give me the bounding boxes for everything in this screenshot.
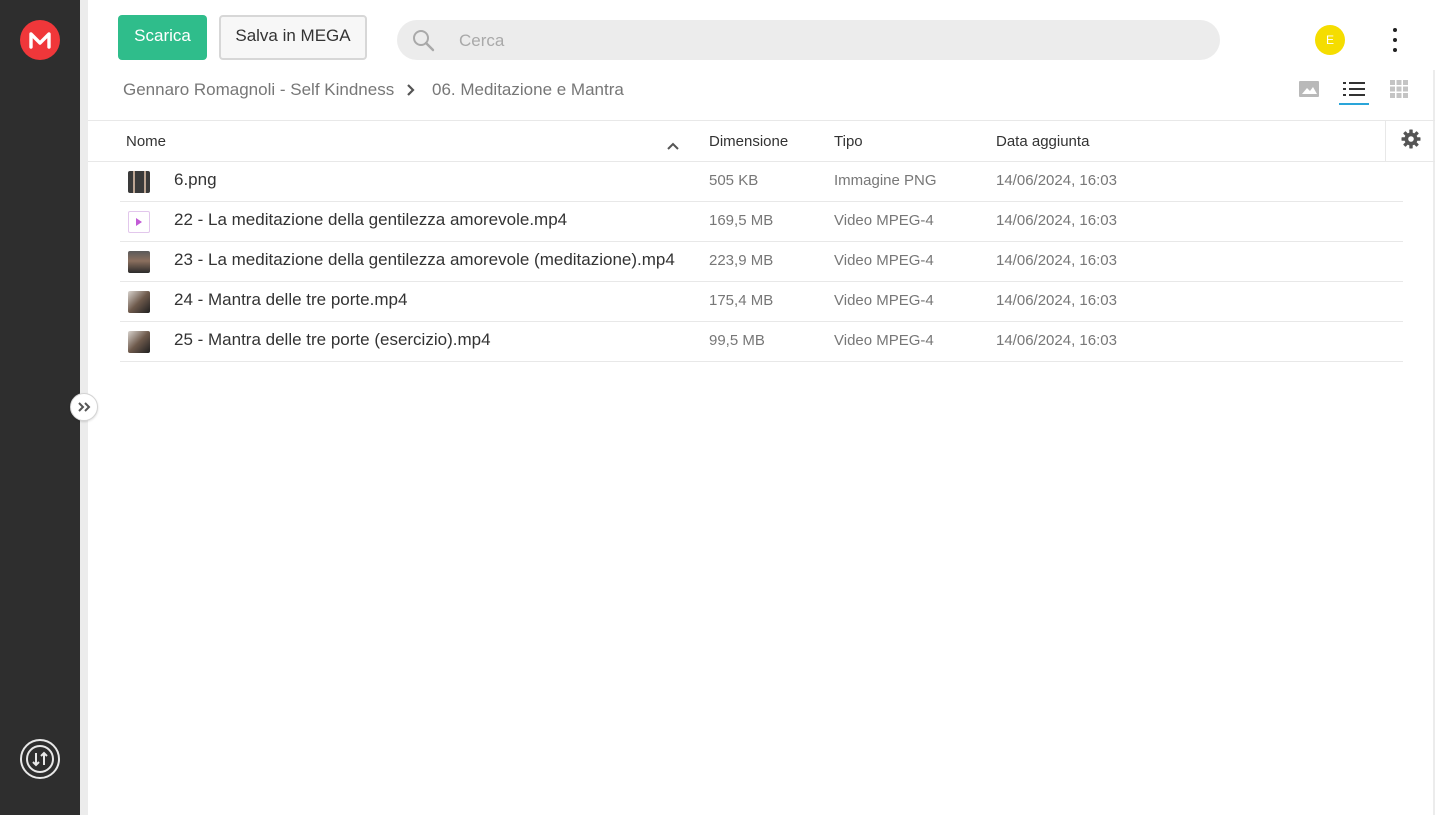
search-icon — [411, 28, 435, 57]
table-row[interactable]: 22 - La meditazione della gentilezza amo… — [120, 202, 1403, 242]
file-size: 99,5 MB — [709, 332, 765, 349]
table-row[interactable]: 24 - Mantra delle tre porte.mp4 175,4 MB… — [120, 282, 1403, 322]
file-type: Video MPEG-4 — [834, 332, 934, 349]
file-type: Video MPEG-4 — [834, 212, 934, 229]
file-date: 14/06/2024, 16:03 — [996, 172, 1117, 189]
video-thumbnail — [128, 291, 150, 313]
file-date: 14/06/2024, 16:03 — [996, 332, 1117, 349]
table-row[interactable]: 6.png 505 KB Immagine PNG 14/06/2024, 16… — [120, 162, 1403, 202]
column-header-size[interactable]: Dimensione — [709, 133, 788, 150]
file-date: 14/06/2024, 16:03 — [996, 252, 1117, 269]
video-file-icon — [128, 211, 150, 233]
avatar[interactable]: E — [1315, 25, 1345, 55]
file-type: Immagine PNG — [834, 172, 937, 189]
save-to-mega-button[interactable]: Salva in MEGA — [219, 15, 367, 60]
image-thumbnail — [128, 171, 150, 193]
column-header-date[interactable]: Data aggiunta — [996, 133, 1089, 150]
left-rail — [0, 0, 80, 815]
download-button[interactable]: Scarica — [118, 15, 207, 60]
search-input[interactable] — [457, 20, 1201, 62]
breadcrumb-item-root[interactable]: Gennaro Romagnoli - Self Kindness — [123, 80, 394, 100]
file-name: 6.png — [174, 170, 217, 189]
double-chevron-right-icon[interactable] — [70, 393, 98, 421]
file-date: 14/06/2024, 16:03 — [996, 292, 1117, 309]
file-size: 169,5 MB — [709, 212, 774, 229]
video-thumbnail — [128, 251, 150, 273]
column-header-type[interactable]: Tipo — [834, 133, 863, 150]
video-thumbnail — [128, 331, 150, 353]
image-view-icon[interactable] — [1299, 80, 1319, 103]
column-header-name[interactable]: Nome — [126, 133, 166, 150]
file-type: Video MPEG-4 — [834, 252, 934, 269]
transfer-icon[interactable] — [20, 739, 60, 779]
file-size: 175,4 MB — [709, 292, 774, 309]
file-size: 223,9 MB — [709, 252, 774, 269]
chevron-right-icon — [406, 83, 416, 102]
search-bar[interactable] — [397, 20, 1220, 62]
breadcrumb-item-current: 06. Meditazione e Mantra — [432, 80, 624, 99]
file-name: 22 - La meditazione della gentilezza amo… — [174, 210, 568, 229]
column-settings[interactable] — [1385, 121, 1435, 162]
file-date: 14/06/2024, 16:03 — [996, 212, 1117, 229]
mega-logo-icon[interactable] — [20, 20, 60, 60]
table-header: Nome Dimensione Tipo Data aggiunta — [88, 120, 1435, 162]
chevron-up-icon[interactable] — [667, 137, 679, 155]
file-name: 23 - La meditazione della gentilezza amo… — [174, 250, 675, 269]
file-type: Video MPEG-4 — [834, 292, 934, 309]
kebab-menu-icon[interactable] — [1387, 28, 1403, 52]
file-name: 25 - Mantra delle tre porte (esercizio).… — [174, 330, 491, 349]
active-view-indicator — [1339, 103, 1369, 105]
table-row[interactable]: 23 - La meditazione della gentilezza amo… — [120, 242, 1403, 282]
file-name: 24 - Mantra delle tre porte.mp4 — [174, 290, 408, 309]
table-row[interactable]: 25 - Mantra delle tre porte (esercizio).… — [120, 322, 1403, 362]
gear-icon[interactable] — [1401, 129, 1421, 154]
grid-view-icon[interactable] — [1390, 80, 1408, 103]
file-size: 505 KB — [709, 172, 759, 189]
list-view-icon[interactable] — [1343, 80, 1365, 103]
file-list: 6.png 505 KB Immagine PNG 14/06/2024, 16… — [120, 162, 1403, 362]
